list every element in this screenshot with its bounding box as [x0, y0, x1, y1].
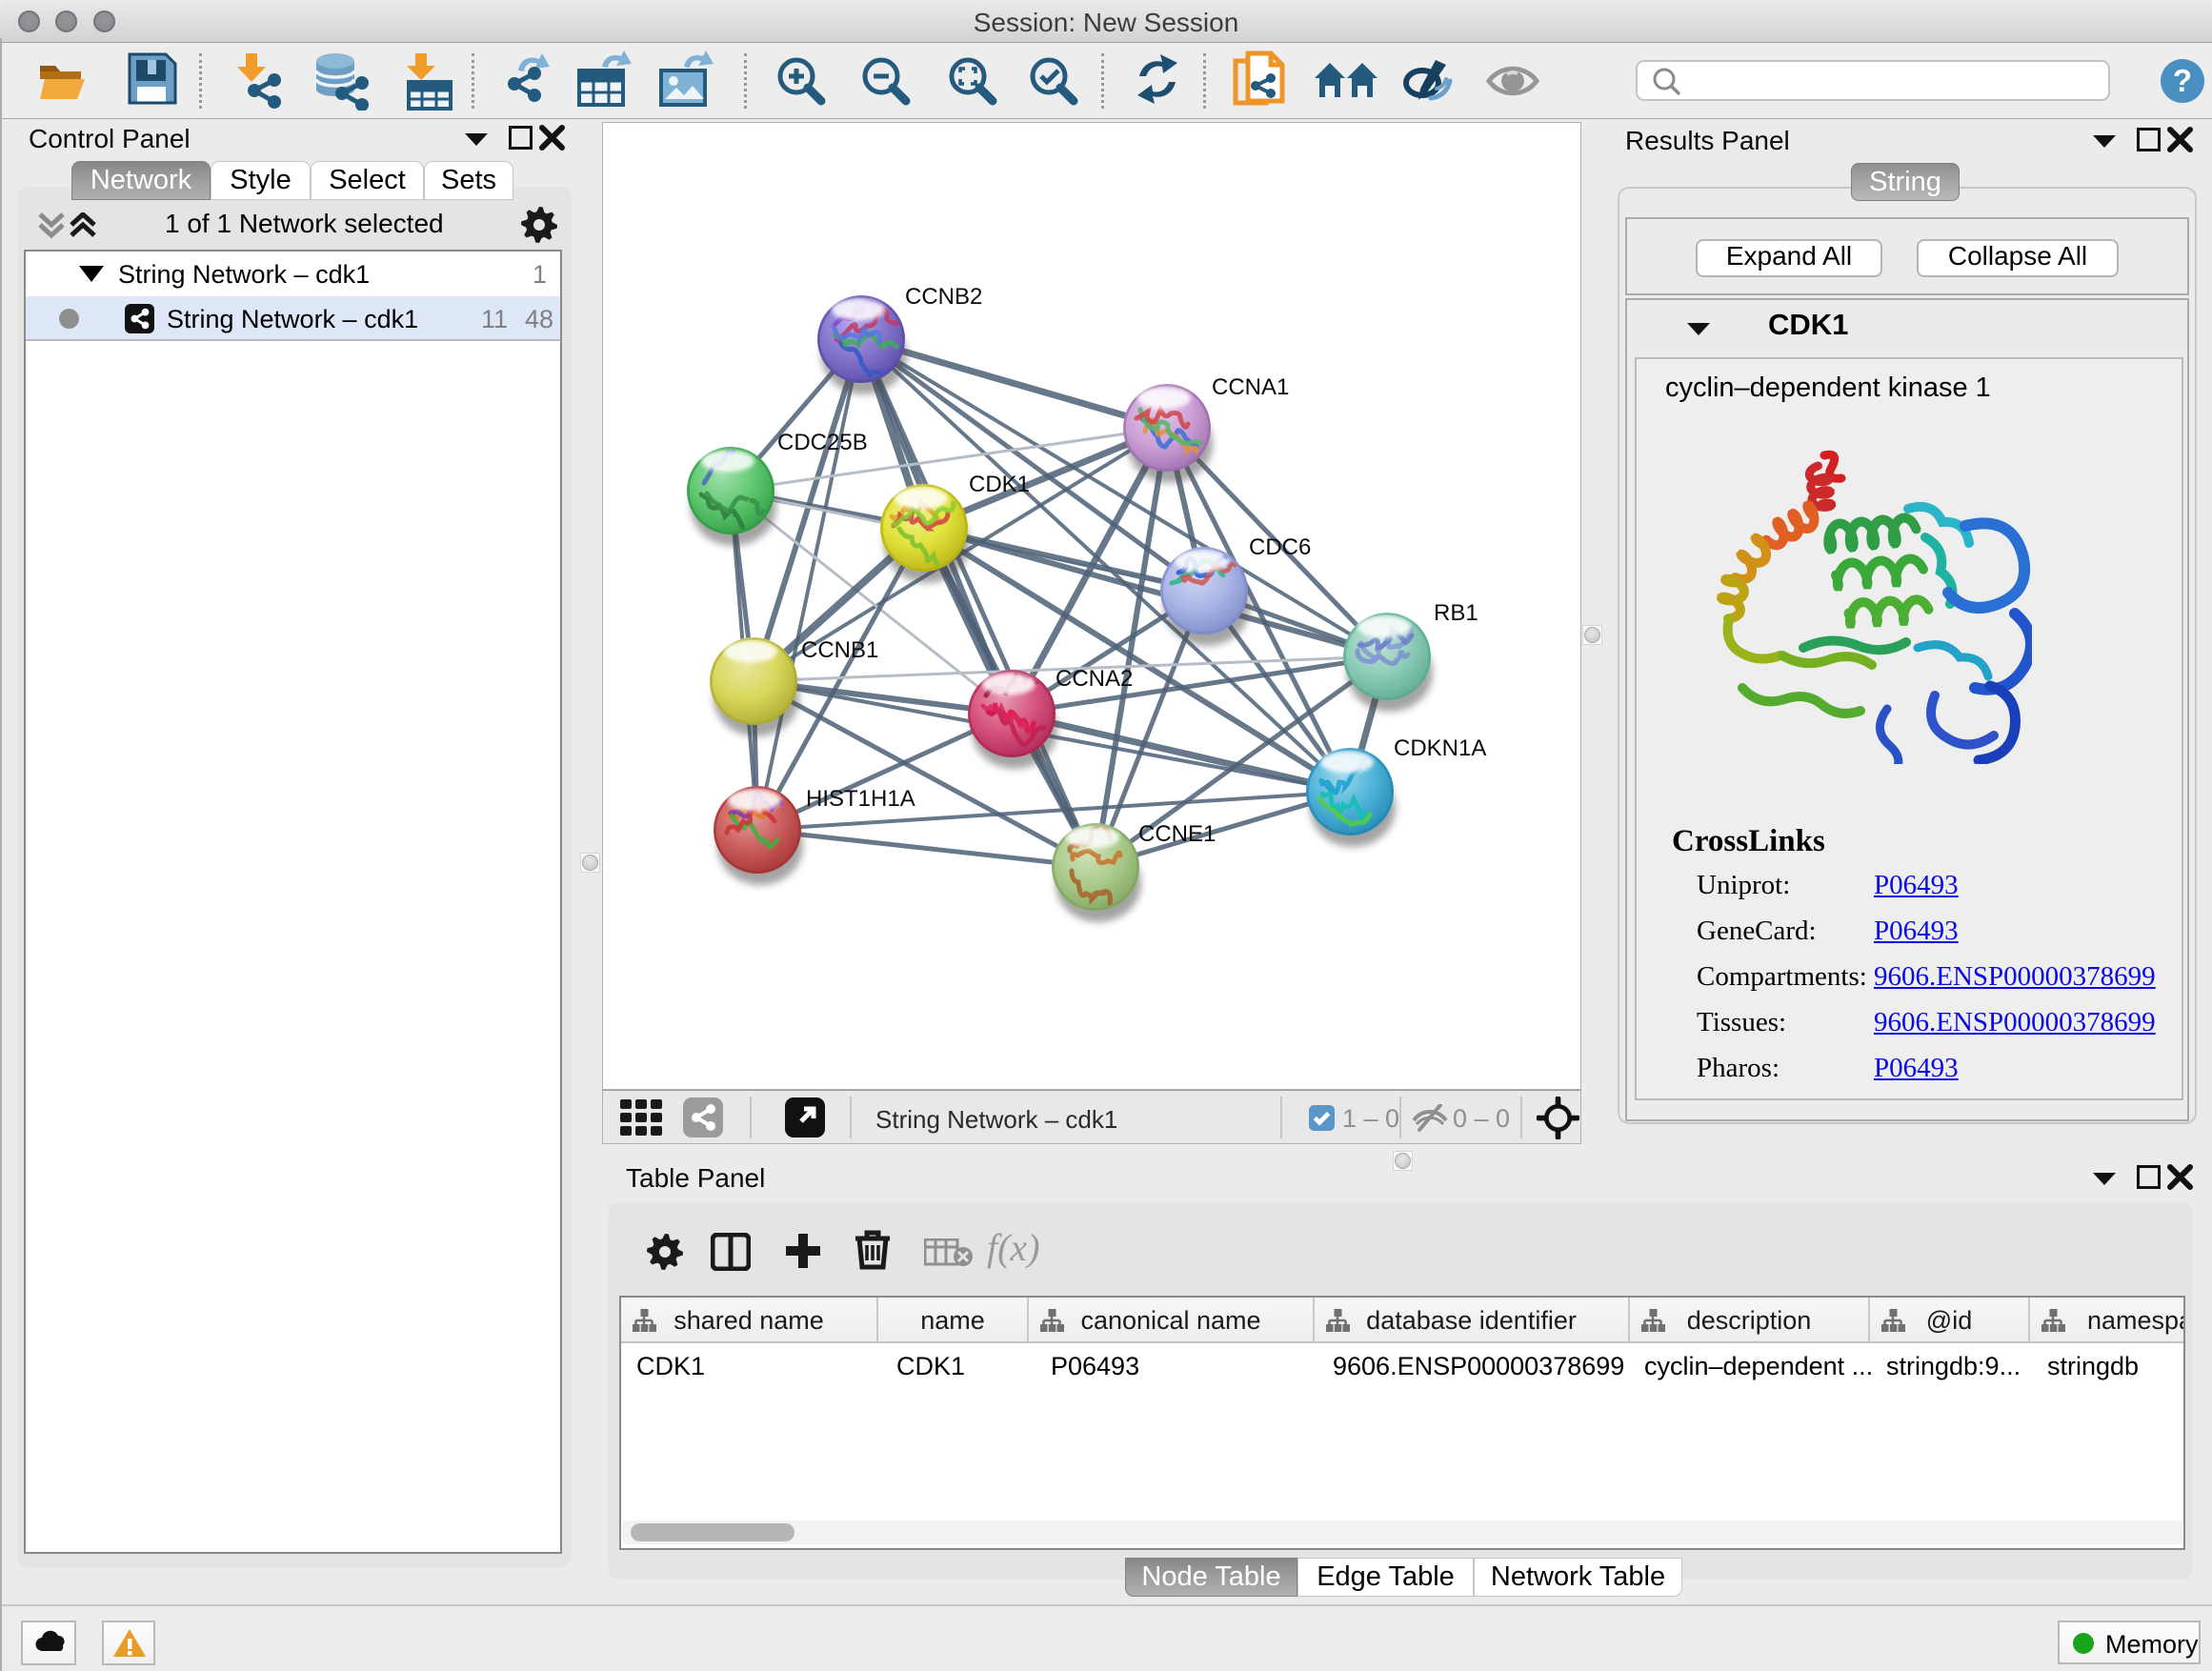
- svg-text:RB1: RB1: [1434, 600, 1478, 626]
- svg-text:CDKN1A: CDKN1A: [1394, 735, 1486, 761]
- svg-text:CCNB2: CCNB2: [905, 284, 982, 310]
- svg-text:CDK1: CDK1: [969, 472, 1030, 497]
- svg-text:CCNB1: CCNB1: [801, 637, 878, 663]
- svg-text:CDC25B: CDC25B: [777, 430, 868, 455]
- svg-text:?: ?: [2173, 63, 2192, 98]
- svg-text:HIST1H1A: HIST1H1A: [806, 786, 915, 812]
- svg-text:CDC6: CDC6: [1249, 534, 1311, 560]
- svg-text:CCNA1: CCNA1: [1212, 374, 1289, 400]
- svg-text:CCNA2: CCNA2: [1056, 666, 1133, 692]
- svg-text:CCNE1: CCNE1: [1138, 821, 1216, 847]
